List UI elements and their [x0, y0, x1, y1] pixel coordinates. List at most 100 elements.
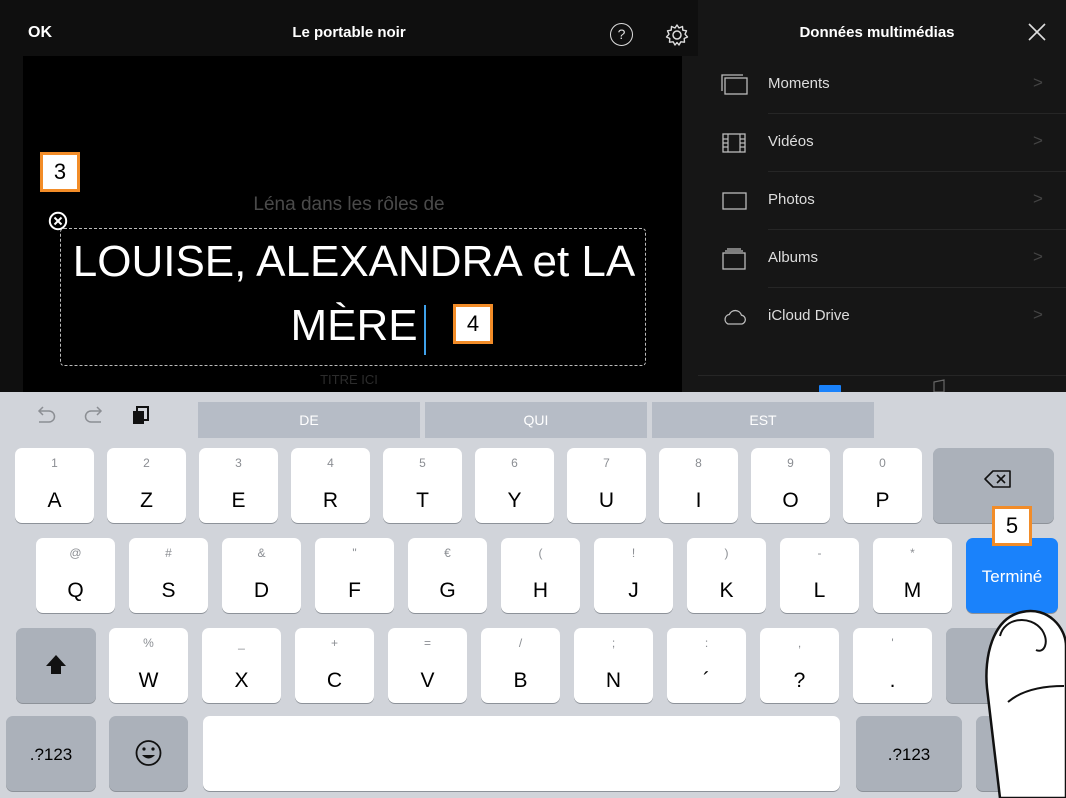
- undo-icon[interactable]: [34, 406, 56, 426]
- close-icon[interactable]: [1026, 21, 1048, 43]
- key-alt-char: %: [143, 636, 154, 650]
- key-alt-char: ;: [611, 636, 616, 650]
- key-char: ´: [703, 669, 710, 692]
- chevron-right-icon: >: [1033, 73, 1043, 92]
- media-item-icloud-drive[interactable]: iCloud Drive >: [698, 288, 1066, 346]
- key-e[interactable]: 3E: [199, 448, 278, 523]
- key-k[interactable]: ) K: [687, 538, 766, 613]
- key-char: Y: [507, 489, 522, 512]
- numbers-key-label: .?123: [887, 745, 931, 764]
- suggestion-1[interactable]: DE: [198, 402, 420, 438]
- key-r[interactable]: 4R: [291, 448, 370, 523]
- key-l[interactable]: -L: [780, 538, 859, 613]
- project-title: Le portable noir: [292, 24, 406, 41]
- key-char: A: [47, 489, 62, 512]
- key-char: G: [439, 579, 456, 602]
- emoji-key[interactable]: [109, 716, 188, 791]
- key-h[interactable]: (H: [501, 538, 580, 613]
- key-alt-char: 6: [511, 456, 518, 470]
- key-t[interactable]: 5T: [383, 448, 462, 523]
- key-alt-char: 1: [51, 456, 58, 470]
- title-editor: OK Le portable noir ? Léna dans les rôle…: [0, 0, 698, 392]
- shift-key[interactable]: [16, 628, 96, 703]
- key-char: U: [598, 489, 615, 512]
- key-j[interactable]: ! J: [594, 538, 673, 613]
- media-item-label: Albums: [768, 249, 819, 266]
- key-char: H: [532, 579, 549, 602]
- key-char: O: [782, 489, 799, 512]
- key-alt-char: 5: [419, 456, 426, 470]
- redo-icon[interactable]: [82, 406, 104, 426]
- media-item-videos[interactable]: Vidéos >: [698, 114, 1066, 172]
- key-a[interactable]: 1A: [15, 448, 94, 523]
- media-panel: Données multimédias Moments > Vidéos > P…: [698, 0, 1066, 395]
- albums-icon: [721, 248, 747, 270]
- key-z[interactable]: 2Z: [107, 448, 186, 523]
- step-callout-4: 4: [453, 304, 493, 344]
- key-f[interactable]: " F: [315, 538, 394, 613]
- key-char: T: [416, 489, 429, 512]
- clear-text-icon[interactable]: [48, 211, 68, 231]
- key-alt-char: €: [444, 546, 451, 560]
- key-u[interactable]: 7U: [567, 448, 646, 523]
- media-item-albums[interactable]: Albums >: [698, 230, 1066, 288]
- media-item-photos[interactable]: Photos >: [698, 172, 1066, 230]
- numbers-key-right[interactable]: .?123: [856, 716, 962, 791]
- space-bar[interactable]: [203, 716, 840, 791]
- title-text-line-1: LOUISE, ALEXANDRA et LA: [72, 237, 636, 286]
- key-m[interactable]: * M: [873, 538, 952, 613]
- key-alt-char: 0: [879, 456, 886, 470]
- suggestion-2[interactable]: QUI: [425, 402, 647, 438]
- key-char: I: [695, 489, 702, 512]
- media-item-moments[interactable]: Moments >: [698, 56, 1066, 114]
- key-x[interactable]: _ X: [202, 628, 281, 703]
- key-period[interactable]: '.: [853, 628, 932, 703]
- numbers-key[interactable]: .?123: [6, 716, 96, 791]
- key-v[interactable]: = V: [388, 628, 467, 703]
- key-acute[interactable]: : ´: [667, 628, 746, 703]
- emoji-icon: [109, 716, 188, 791]
- key-char: R: [322, 489, 339, 512]
- key-q[interactable]: @ Q: [36, 538, 115, 613]
- key-w[interactable]: % W: [109, 628, 188, 703]
- film-icon: [721, 132, 747, 154]
- key-char: Z: [140, 489, 153, 512]
- media-panel-title: Données multimédias: [799, 24, 955, 41]
- key-s[interactable]: # S: [129, 538, 208, 613]
- key-alt-char: ,: [797, 636, 802, 650]
- key-o[interactable]: 9O: [751, 448, 830, 523]
- cloud-icon: [721, 306, 747, 328]
- chevron-right-icon: >: [1033, 189, 1043, 208]
- help-icon[interactable]: ?: [610, 23, 633, 46]
- photo-icon: [721, 190, 747, 212]
- key-y[interactable]: 6Y: [475, 448, 554, 523]
- key-c[interactable]: + C: [295, 628, 374, 703]
- key-char: C: [326, 669, 343, 692]
- key-g[interactable]: € G: [408, 538, 487, 613]
- key-alt-char: -: [817, 546, 822, 560]
- key-question[interactable]: ,?: [760, 628, 839, 703]
- key-b[interactable]: / B: [481, 628, 560, 703]
- title-subtitle[interactable]: Léna dans les rôles de: [0, 194, 698, 216]
- gear-icon[interactable]: [664, 22, 690, 48]
- key-char: X: [234, 669, 249, 692]
- shortcut-bar: DE QUI EST: [0, 392, 1066, 440]
- text-cursor: [424, 305, 426, 355]
- numbers-key-label: .?123: [29, 745, 73, 764]
- media-item-label: Vidéos: [768, 133, 814, 150]
- key-n[interactable]: ; N: [574, 628, 653, 703]
- key-i[interactable]: 8I: [659, 448, 738, 523]
- chevron-right-icon: >: [1033, 131, 1043, 150]
- key-char: N: [605, 669, 622, 692]
- key-char: Q: [67, 579, 84, 602]
- step-callout-5: 5: [992, 506, 1032, 546]
- key-alt-char: :: [704, 636, 709, 650]
- key-d[interactable]: & D: [222, 538, 301, 613]
- paste-icon[interactable]: [130, 406, 152, 426]
- suggestion-3[interactable]: EST: [652, 402, 874, 438]
- key-alt-char: 9: [787, 456, 794, 470]
- title-text-field[interactable]: LOUISE, ALEXANDRA et LA MÈRE: [60, 228, 646, 366]
- key-p[interactable]: 0P: [843, 448, 922, 523]
- on-screen-keyboard: DE QUI EST 1A 2Z 3E 4R 5T 6Y 7U 8I 9O 0P…: [0, 392, 1066, 798]
- key-alt-char: (: [538, 546, 543, 560]
